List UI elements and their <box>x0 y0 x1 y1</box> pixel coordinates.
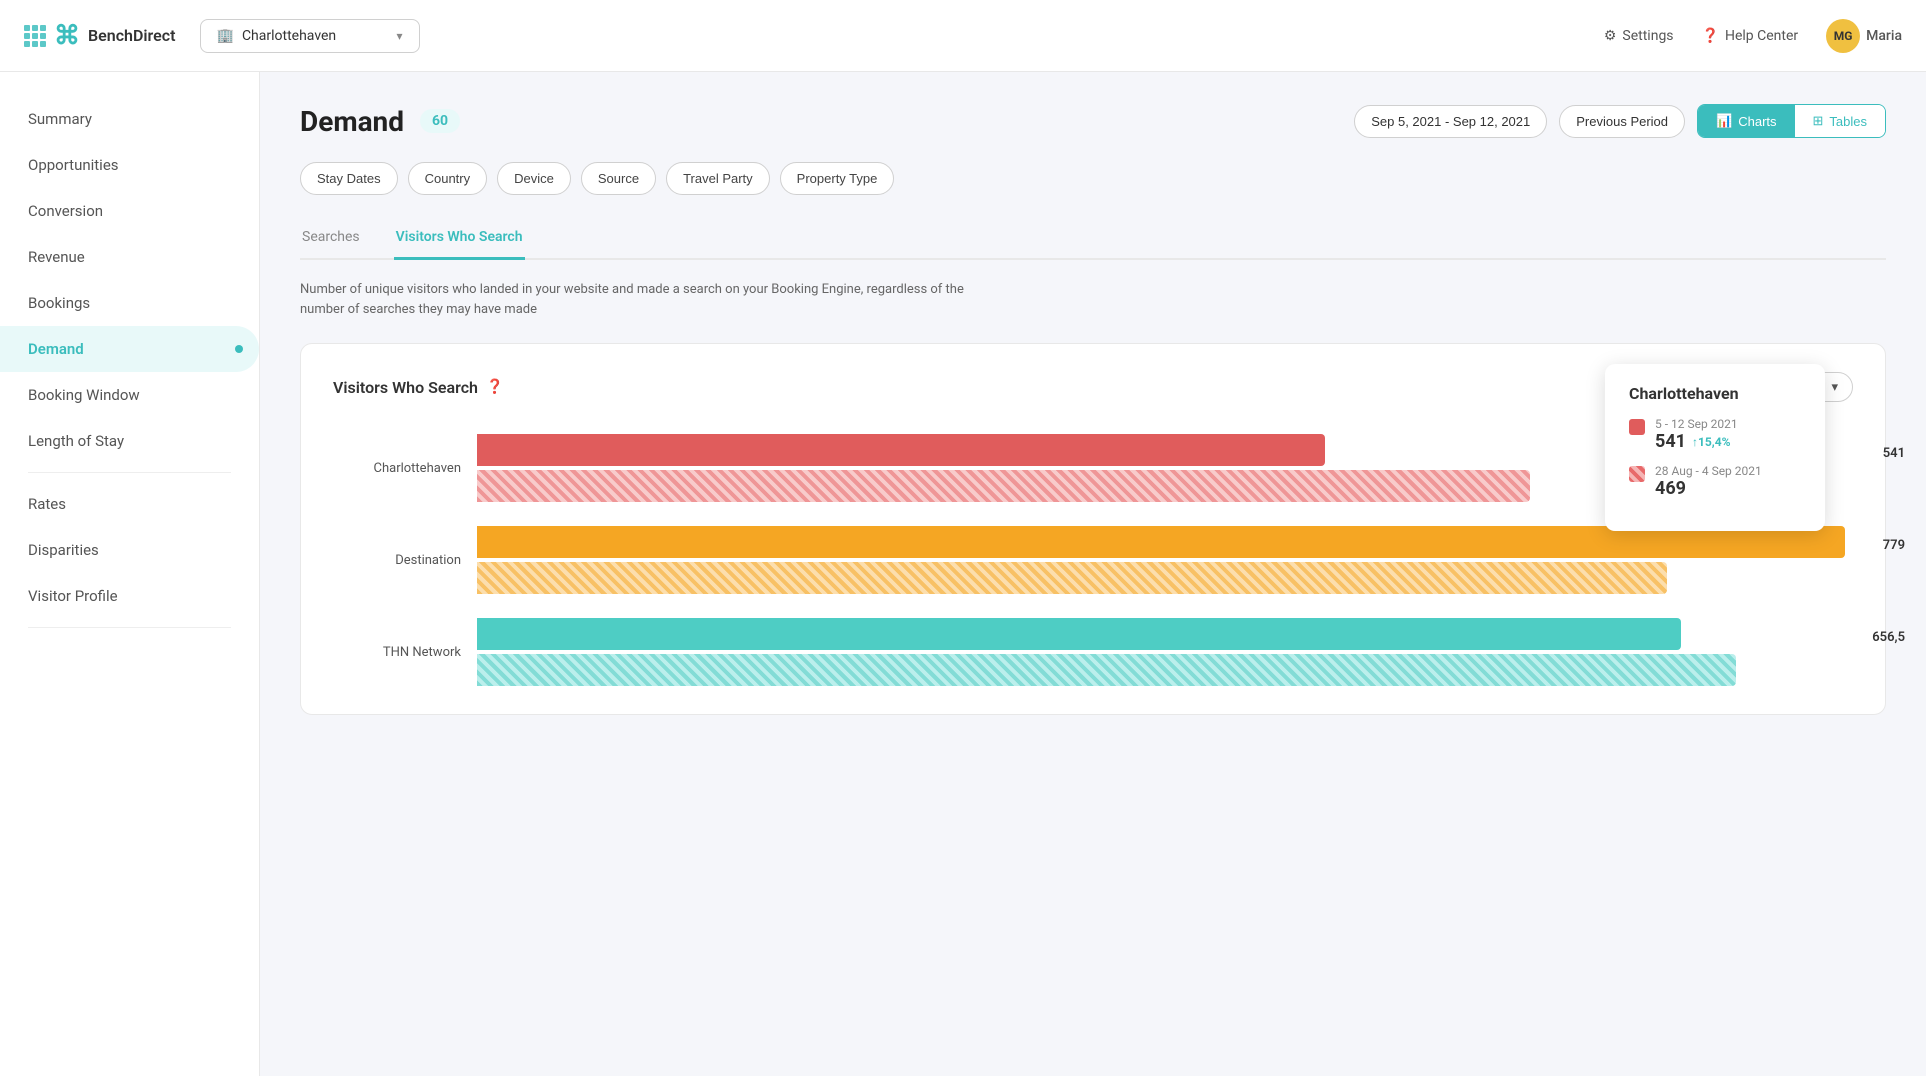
bar-row: THN Network 656,5 <box>341 618 1845 686</box>
bar-container: 656,5 <box>477 618 1845 686</box>
filter-device[interactable]: Device <box>497 162 571 195</box>
bar-label: Charlottehaven <box>341 461 461 476</box>
tooltip-change: ↑15,4% <box>1692 435 1730 449</box>
bar-hatched <box>477 654 1736 686</box>
bar-value: 541 <box>1883 446 1905 461</box>
page-header: Demand 60 Sep 5, 2021 - Sep 12, 2021 Pre… <box>300 104 1886 138</box>
tooltip-title: Charlottehaven <box>1629 384 1801 403</box>
tooltip-current-date: 5 - 12 Sep 2021 <box>1655 417 1738 431</box>
bar-container: 779 <box>477 526 1845 594</box>
settings-link[interactable]: ⚙ Settings <box>1604 28 1674 44</box>
filter-travel-party[interactable]: Travel Party <box>666 162 770 195</box>
sidebar-divider-1 <box>28 627 231 628</box>
bar-label: Destination <box>341 553 461 568</box>
logo-h-icon: ⌘ <box>54 21 80 51</box>
sidebar-item-bookings[interactable]: Bookings <box>0 280 259 326</box>
header-controls: Sep 5, 2021 - Sep 12, 2021 Previous Peri… <box>1354 104 1886 138</box>
bar-solid <box>477 434 1325 466</box>
tab-searches[interactable]: Searches <box>300 219 362 260</box>
sidebar-divider-2 <box>28 472 231 473</box>
bar-label: THN Network <box>341 645 461 660</box>
tooltip-prev-row: 28 Aug - 4 Sep 2021 469 <box>1629 464 1801 499</box>
app-name: BenchDirect <box>88 26 176 45</box>
property-selector[interactable]: 🏢 Charlottehaven ▾ <box>200 19 420 53</box>
tab-visitors[interactable]: Visitors Who Search <box>394 219 525 260</box>
sidebar-item-demand[interactable]: Demand <box>0 326 259 372</box>
logo-grid-icon <box>24 25 46 47</box>
sidebar-item-disparities[interactable]: Disparities <box>0 527 259 573</box>
view-toggle: 📊 Charts ⊞ Tables <box>1697 104 1886 138</box>
logo: ⌘ BenchDirect <box>24 21 176 51</box>
bar-row: Destination 779 <box>341 526 1845 594</box>
main-content: Demand 60 Sep 5, 2021 - Sep 12, 2021 Pre… <box>260 72 1926 1076</box>
chart-description: Number of unique visitors who landed in … <box>300 280 1000 319</box>
tooltip-prev-swatch <box>1629 466 1645 482</box>
sidebar-item-rates[interactable]: Rates <box>0 481 259 527</box>
sidebar-item-conversion[interactable]: Conversion <box>0 188 259 234</box>
page-title: Demand <box>300 105 404 138</box>
charts-view-button[interactable]: 📊 Charts <box>1698 105 1794 137</box>
property-icon: 🏢 <box>217 28 234 44</box>
user-name: Maria <box>1866 28 1902 44</box>
tooltip-current-value: 541 ↑15,4% <box>1655 431 1738 452</box>
sidebar: SummaryOpportunitiesConversionRevenueBoo… <box>0 72 260 1076</box>
sidebar-item-length-of-stay[interactable]: Length of Stay <box>0 418 259 464</box>
topnav-right: ⚙ Settings ❓ Help Center MG Maria <box>1604 19 1902 53</box>
settings-icon: ⚙ <box>1604 28 1617 44</box>
bar-hatched <box>477 562 1667 594</box>
sidebar-item-booking-window[interactable]: Booking Window <box>0 372 259 418</box>
tables-label: Tables <box>1829 114 1867 129</box>
page-layout: SummaryOpportunitiesConversionRevenueBoo… <box>0 0 1926 1076</box>
chart-help-icon[interactable]: ❓ <box>486 379 503 395</box>
settings-label: Settings <box>1622 28 1673 44</box>
tooltip-prev-value: 469 <box>1655 478 1762 499</box>
tables-icon: ⊞ <box>1813 113 1824 129</box>
filters-bar: Stay Dates Country Device Source Travel Part… <box>300 162 1886 195</box>
filter-property-type[interactable]: Property Type <box>780 162 895 195</box>
download-chevron-icon: ▾ <box>1831 379 1838 395</box>
chart-card: Visitors Who Search ❓ ⬇ Download ▾ Charl… <box>300 343 1886 715</box>
help-icon: ❓ <box>1702 28 1719 44</box>
user-menu[interactable]: MG Maria <box>1826 19 1902 53</box>
chart-tabs: Searches Visitors Who Search <box>300 219 1886 260</box>
sidebar-item-revenue[interactable]: Revenue <box>0 234 259 280</box>
sidebar-item-opportunities[interactable]: Opportunities <box>0 142 259 188</box>
charts-icon: 📊 <box>1716 113 1732 129</box>
charts-label: Charts <box>1738 114 1776 129</box>
filter-stay-dates[interactable]: Stay Dates <box>300 162 398 195</box>
tables-view-button[interactable]: ⊞ Tables <box>1795 105 1885 137</box>
bar-solid <box>477 618 1681 650</box>
tooltip-prev-info: 28 Aug - 4 Sep 2021 469 <box>1655 464 1762 499</box>
property-name: Charlottehaven <box>242 28 389 44</box>
tooltip-card: Charlottehaven 5 - 12 Sep 2021 541 ↑15,4… <box>1605 364 1825 531</box>
help-label: Help Center <box>1725 28 1798 44</box>
tooltip-current-info: 5 - 12 Sep 2021 541 ↑15,4% <box>1655 417 1738 452</box>
previous-period-button[interactable]: Previous Period <box>1559 105 1685 138</box>
chart-title: Visitors Who Search <box>333 378 478 397</box>
top-navigation: ⌘ BenchDirect 🏢 Charlottehaven ▾ ⚙ Setti… <box>0 0 1926 72</box>
chevron-down-icon: ▾ <box>396 29 402 43</box>
date-range-button[interactable]: Sep 5, 2021 - Sep 12, 2021 <box>1354 105 1547 138</box>
filter-source[interactable]: Source <box>581 162 656 195</box>
demand-badge: 60 <box>420 109 460 133</box>
sidebar-item-visitor-profile[interactable]: Visitor Profile <box>0 573 259 619</box>
tooltip-current-swatch <box>1629 419 1645 435</box>
bar-value: 779 <box>1883 538 1905 553</box>
help-center-link[interactable]: ❓ Help Center <box>1702 28 1799 44</box>
bar-hatched <box>477 470 1530 502</box>
tooltip-prev-date: 28 Aug - 4 Sep 2021 <box>1655 464 1762 478</box>
filter-country[interactable]: Country <box>408 162 488 195</box>
avatar: MG <box>1826 19 1860 53</box>
sidebar-item-summary[interactable]: Summary <box>0 96 259 142</box>
bar-value: 656,5 <box>1872 630 1905 645</box>
tooltip-current-row: 5 - 12 Sep 2021 541 ↑15,4% <box>1629 417 1801 452</box>
